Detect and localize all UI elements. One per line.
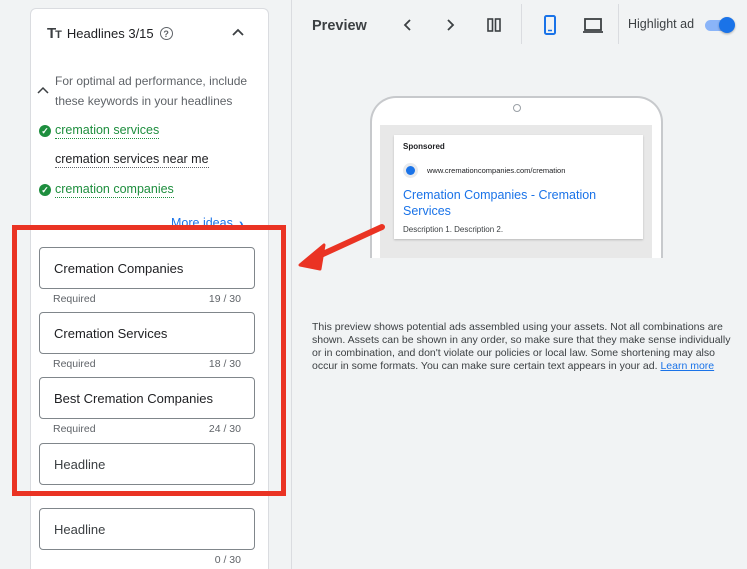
sponsored-label: Sponsored: [403, 142, 445, 151]
more-ideas-link[interactable]: More ideas ›: [171, 215, 244, 231]
ad-headline[interactable]: Cremation Companies - Cremation Services: [403, 187, 633, 219]
chevron-right-icon: ›: [238, 215, 244, 231]
camera-icon: [513, 104, 521, 112]
preview-panel-background: [292, 0, 747, 569]
ad-url: www.cremationcompanies.com/cremation: [427, 166, 566, 175]
char-count: 24 / 30: [208, 423, 241, 435]
help-icon[interactable]: ?: [159, 27, 173, 40]
columns-icon[interactable]: [486, 14, 502, 36]
keyword-suggestion[interactable]: ✓ cremation companies: [39, 182, 174, 198]
keyword-text: cremation services: [55, 123, 160, 139]
chevron-up-icon[interactable]: [231, 25, 245, 39]
headline-meta: Required 19 / 30: [53, 293, 241, 305]
preview-toolbar: Preview: [312, 14, 367, 38]
headline-meta: Required 24 / 30: [53, 423, 241, 435]
globe-icon: [403, 163, 418, 178]
char-count: 18 / 30: [208, 358, 241, 370]
ad-url-row: www.cremationcompanies.com/cremation: [403, 163, 565, 178]
preview-title: Preview: [312, 18, 367, 34]
ad-preview-card[interactable]: Sponsored www.cremationcompanies.com/cre…: [394, 135, 643, 239]
toolbar-divider: [618, 4, 619, 44]
check-circle-icon: ✓: [39, 125, 51, 137]
more-ideas-label: More ideas: [171, 216, 233, 230]
headline-input[interactable]: Headline: [39, 443, 255, 485]
mobile-icon[interactable]: [542, 14, 558, 36]
keyword-text: cremation services near me: [55, 152, 209, 168]
keyword-suggestion[interactable]: cremation services near me: [55, 152, 209, 168]
check-circle-icon: ✓: [39, 184, 51, 196]
toggle-knob: [719, 17, 735, 33]
toolbar-divider: [521, 4, 522, 44]
required-label: Required: [53, 423, 96, 435]
required-label: Required: [53, 293, 96, 305]
highlight-ad-toggle[interactable]: [705, 17, 735, 33]
required-label: Required: [53, 358, 96, 370]
headlines-card: TT Headlines 3/15 ? For optimal ad perfo…: [30, 8, 269, 569]
chevron-up-icon[interactable]: [37, 85, 49, 95]
headline-meta: 0 / 30: [53, 554, 241, 566]
headlines-title: Headlines 3/15: [66, 26, 154, 41]
chevron-left-icon[interactable]: [402, 14, 414, 36]
text-tt-icon: TT: [47, 25, 62, 42]
keyword-suggestion[interactable]: ✓ cremation services: [39, 123, 160, 139]
preview-disclaimer: This preview shows potential ads assembl…: [312, 321, 732, 373]
arrow-annotation: [298, 224, 385, 271]
headline-input[interactable]: Cremation Services: [39, 312, 255, 354]
char-count: 19 / 30: [208, 293, 241, 305]
headline-meta: Required 18 / 30: [53, 358, 241, 370]
keyword-hint: For optimal ad performance, include thes…: [55, 74, 248, 108]
headline-input[interactable]: Headline: [39, 508, 255, 550]
headline-input[interactable]: Cremation Companies: [39, 247, 255, 289]
panel-divider: [291, 0, 292, 569]
learn-more-link[interactable]: Learn more: [660, 360, 714, 372]
ad-description: Description 1. Description 2.: [403, 225, 504, 234]
ad-editor: TT Headlines 3/15 ? For optimal ad perfo…: [0, 0, 747, 569]
chevron-right-icon[interactable]: [444, 14, 456, 36]
char-count: 0 / 30: [214, 554, 241, 566]
keyword-text: cremation companies: [55, 182, 174, 198]
headlines-header: TT Headlines 3/15 ?: [47, 25, 173, 42]
highlight-ad-label: Highlight ad: [628, 17, 695, 31]
headline-input[interactable]: Best Cremation Companies: [39, 377, 255, 419]
desktop-icon[interactable]: [582, 14, 604, 36]
